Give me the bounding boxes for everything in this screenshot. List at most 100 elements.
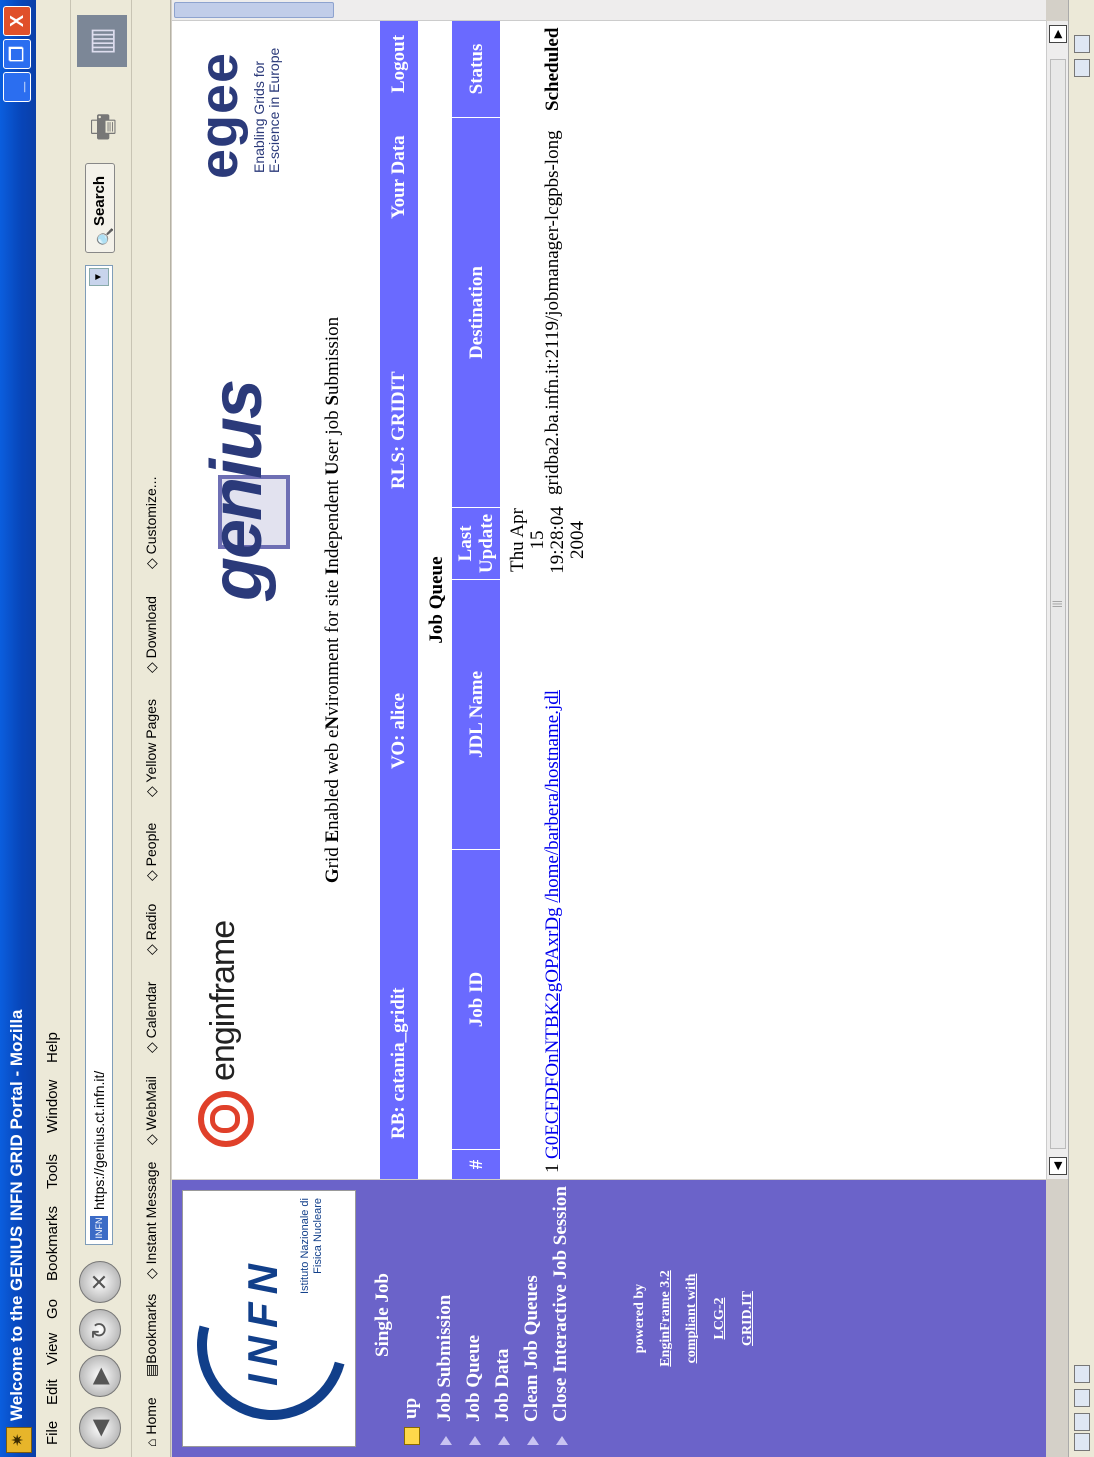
sidebar-item-close-interactive-job-session[interactable]: Close Interactive Job Session — [546, 1185, 575, 1445]
col-num: # — [452, 1149, 500, 1179]
horizontal-scroll-thumb[interactable]: ||| — [1050, 59, 1066, 1149]
arrow-icon — [468, 1436, 481, 1445]
arrow-icon — [439, 1436, 452, 1445]
powered-by-label: powered by — [632, 1283, 647, 1354]
vertical-scroll-thumb[interactable] — [174, 2, 334, 18]
bookmark-webmail[interactable]: ◇ WebMail — [143, 1076, 160, 1145]
sidebar-heading: Single Job — [372, 1273, 393, 1357]
infn-logo-subtitle: Istituto Nazionale di Fisica Nucleare — [299, 1198, 324, 1294]
sidebar-item-job-submission[interactable]: Job Submission — [430, 1185, 459, 1445]
menu-view[interactable]: View — [44, 1333, 61, 1365]
bookmark-calendar[interactable]: ◇ Calendar — [143, 982, 160, 1053]
menu-file[interactable]: File — [44, 1421, 61, 1445]
scroll-left-arrow-icon[interactable]: ◀ — [1049, 1157, 1067, 1175]
col-job-id: Job ID — [452, 849, 500, 1149]
your-data-link[interactable]: Your Data — [388, 135, 410, 219]
menu-tools[interactable]: Tools — [44, 1154, 61, 1189]
jdl-name-link[interactable]: /home/barbera/hostname.jdl — [542, 690, 563, 903]
sidebar: INFN Istituto Nazionale di Fisica Nuclea… — [169, 1180, 1046, 1457]
menu-bar: File Edit View Go Bookmarks Tools Window… — [36, 0, 71, 1457]
search-label: Search — [91, 175, 108, 226]
address-book-icon[interactable] — [1074, 1365, 1090, 1383]
vo-label: VO: alice — [388, 692, 409, 769]
back-arrow-icon[interactable]: ◀ — [79, 1407, 121, 1449]
close-button[interactable]: X — [3, 6, 31, 36]
status-bar — [1068, 0, 1094, 1457]
genius-logo: genius — [182, 339, 292, 609]
menu-window[interactable]: Window — [44, 1080, 61, 1133]
bookmark-customize[interactable]: ◇ Customize... — [143, 477, 160, 569]
infn-logo-text: INFN — [239, 1256, 286, 1386]
arrow-icon — [555, 1436, 568, 1445]
horizontal-scrollbar[interactable]: ◀ ||| ▶ — [1046, 21, 1069, 1179]
bookmark-radio[interactable]: ◇ Radio — [143, 904, 160, 955]
sidebar-item-job-queue[interactable]: Job Queue — [459, 1185, 488, 1445]
page-content: enginframe genius egee Enabling Grids fo… — [172, 21, 1046, 1179]
folder-up-icon — [403, 1427, 420, 1445]
navigator-icon[interactable] — [1074, 1433, 1090, 1451]
sidebar-up-link[interactable]: up — [400, 1398, 422, 1445]
composer-icon[interactable] — [1074, 1389, 1090, 1407]
url-dropdown-icon[interactable]: ▼ — [89, 268, 109, 286]
arrow-icon — [526, 1436, 539, 1445]
col-status: Status — [465, 43, 487, 95]
job-table-header: # Job ID JDL Name Last Update Destination… — [452, 21, 500, 1179]
sidebar-item-clean-job-queues[interactable]: Clean Job Queues — [517, 1185, 546, 1445]
enginframe-logo-text: enginframe — [204, 920, 242, 1081]
browser-window: ✷ Welcome to the GENIUS INFN GRID Portal… — [0, 0, 1094, 1457]
row-status: Scheduled — [542, 27, 563, 111]
portal-tagline: Grid Enabled web eNvironment for site In… — [322, 316, 343, 884]
egee-logo-text: egee — [189, 51, 249, 179]
col-jdl-name: JDL Name — [452, 579, 500, 849]
menu-help[interactable]: Help — [44, 1032, 61, 1063]
mozilla-app-icon: ✷ — [6, 1427, 32, 1453]
job-queue-title: Job Queue — [426, 556, 447, 644]
security-lock-icon — [1074, 59, 1090, 77]
bookmark-yellow-pages[interactable]: ◇ Yellow Pages — [143, 699, 160, 797]
rb-label: RB: catania_gridit — [388, 987, 409, 1139]
title-bar: ✷ Welcome to the GENIUS INFN GRID Portal… — [0, 0, 36, 1457]
menu-edit[interactable]: Edit — [44, 1379, 61, 1405]
col-destination: Destination — [452, 117, 500, 507]
job-id-link[interactable]: G0ECFDFOnNTBK2gOPAxrDg — [542, 907, 563, 1159]
maximize-button[interactable]: ❐ — [3, 39, 31, 69]
print-icon[interactable]: 🖶 — [81, 113, 132, 141]
col-last-update: Last Update — [452, 507, 500, 579]
row-destination: gridba2.ba.infn.it:2119/jobmanager-lcgpb… — [542, 130, 563, 495]
bookmark-download[interactable]: ◇ Download — [143, 596, 160, 673]
stop-icon[interactable]: ✕ — [79, 1261, 121, 1303]
row-last-update: Thu Apr 15 19:28:04 2004 — [507, 506, 588, 574]
menu-go[interactable]: Go — [44, 1299, 61, 1319]
bookmark-people[interactable]: ◇ People — [143, 823, 160, 881]
menu-bookmarks[interactable]: Bookmarks — [44, 1206, 61, 1281]
enginframe-link[interactable]: EnginFrame 3.2 — [658, 1180, 674, 1457]
row-number: 1 — [542, 1163, 563, 1174]
bookmark-home[interactable]: ⌂ Home — [143, 1397, 159, 1447]
gridit-link[interactable]: GRID.IT — [740, 1180, 756, 1457]
url-field[interactable]: INFN https://genius.ct.infn.it/ ▼ — [85, 265, 113, 1245]
genius-logo-text: genius — [197, 380, 277, 601]
sidebar-item-job-data[interactable]: Job Data — [488, 1185, 517, 1445]
forward-arrow-icon[interactable]: ▶ — [79, 1355, 121, 1397]
window-title: Welcome to the GENIUS INFN GRID Portal -… — [7, 1009, 26, 1421]
enginframe-logo-inner — [210, 1105, 240, 1133]
bookmark-bookmarks[interactable]: ▤Bookmarks — [143, 1294, 160, 1377]
logout-link[interactable]: Logout — [388, 35, 410, 93]
search-button[interactable]: 🔍 Search — [85, 163, 115, 253]
scroll-right-arrow-icon[interactable]: ▶ — [1049, 25, 1067, 43]
online-status-icon — [1074, 35, 1090, 53]
compliant-with-link[interactable]: compliant with — [684, 1180, 700, 1457]
bookmark-instant-message[interactable]: ◇ Instant Message — [143, 1162, 160, 1279]
throbber-icon: ▥ — [77, 15, 127, 67]
mail-icon[interactable] — [1074, 1413, 1090, 1431]
arrow-icon — [497, 1436, 510, 1445]
url-text: https://genius.ct.infn.it/ — [91, 1070, 107, 1210]
egee-logo-subtitle: Enabling Grids for E-science in Europe — [251, 47, 282, 173]
session-info-bar: RB: catania_gridit VO: alice RLS: GRIDIT… — [380, 21, 418, 1179]
rls-label: RLS: GRIDIT — [388, 371, 409, 489]
minimize-button[interactable]: _ — [3, 72, 31, 102]
lcg2-link[interactable]: LCG-2 — [712, 1180, 728, 1457]
reload-icon[interactable]: ↻ — [79, 1309, 121, 1351]
search-icon: 🔍 — [97, 227, 114, 246]
vertical-scrollbar[interactable] — [172, 0, 1046, 21]
